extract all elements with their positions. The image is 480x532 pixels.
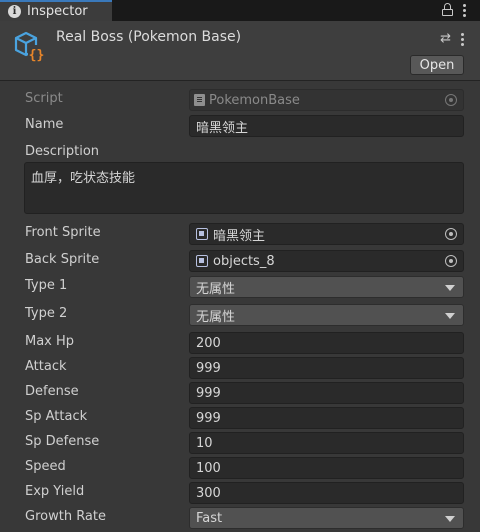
component-header: {} Real Boss (Pokemon Base) ⇄ Open bbox=[0, 21, 480, 81]
component-title: Real Boss (Pokemon Base) bbox=[56, 29, 242, 45]
script-file-icon bbox=[194, 94, 205, 106]
dropdown-arrow-icon bbox=[445, 313, 455, 319]
script-component-icon: {} bbox=[14, 31, 45, 63]
attack-label: Attack bbox=[25, 359, 67, 374]
sp-attack-input[interactable]: 999 bbox=[189, 407, 464, 429]
tab-actions bbox=[442, 3, 466, 17]
object-picker-icon bbox=[445, 94, 457, 106]
defense-label: Defense bbox=[25, 384, 79, 399]
front-sprite-label: Front Sprite bbox=[25, 225, 101, 240]
kebab-menu-icon[interactable] bbox=[463, 3, 466, 17]
field-row-growth-rate: Growth Rate Fast bbox=[0, 506, 480, 530]
type1-value: 无属性 bbox=[196, 281, 236, 297]
name-label: Name bbox=[25, 117, 64, 132]
sprite-icon bbox=[196, 255, 208, 267]
tab-inspector[interactable]: i Inspector bbox=[0, 0, 112, 21]
sp-defense-input[interactable]: 10 bbox=[189, 432, 464, 454]
field-row-max-hp: Max Hp 200 bbox=[0, 331, 480, 355]
description-textarea[interactable]: 血厚，吃状态技能 bbox=[24, 162, 464, 214]
field-row-name: Name 暗黑领主 bbox=[0, 114, 480, 138]
type2-dropdown[interactable]: 无属性 bbox=[189, 304, 464, 326]
script-label: Script bbox=[25, 91, 63, 106]
exp-yield-input[interactable]: 300 bbox=[189, 482, 464, 504]
sp-attack-label: Sp Attack bbox=[25, 409, 88, 424]
tab-bar: i Inspector bbox=[0, 0, 480, 21]
field-row-script: Script PokemonBase bbox=[0, 88, 480, 112]
growth-rate-value: Fast bbox=[196, 510, 223, 526]
growth-rate-dropdown[interactable]: Fast bbox=[189, 507, 464, 529]
growth-rate-label: Growth Rate bbox=[25, 509, 106, 524]
presets-icon[interactable]: ⇄ bbox=[440, 31, 451, 46]
lock-icon[interactable] bbox=[442, 3, 453, 16]
back-sprite-label: Back Sprite bbox=[25, 252, 100, 267]
exp-yield-label: Exp Yield bbox=[25, 484, 85, 499]
field-row-defense: Defense 999 bbox=[0, 381, 480, 405]
field-row-speed: Speed 100 bbox=[0, 456, 480, 480]
field-row-exp-yield: Exp Yield 300 bbox=[0, 481, 480, 505]
svg-text:{}: {} bbox=[29, 48, 45, 63]
type1-dropdown[interactable]: 无属性 bbox=[189, 276, 464, 298]
sprite-icon bbox=[196, 228, 208, 240]
name-input[interactable]: 暗黑领主 bbox=[189, 115, 464, 137]
script-field: PokemonBase bbox=[189, 89, 464, 111]
back-sprite-value: objects_8 bbox=[213, 253, 275, 269]
object-picker-icon[interactable] bbox=[445, 228, 457, 240]
header-actions: ⇄ bbox=[440, 31, 464, 46]
attack-input[interactable]: 999 bbox=[189, 357, 464, 379]
type1-label: Type 1 bbox=[25, 278, 68, 293]
field-row-sp-attack: Sp Attack 999 bbox=[0, 406, 480, 430]
dropdown-arrow-icon bbox=[445, 516, 455, 522]
field-row-back-sprite: Back Sprite objects_8 bbox=[0, 249, 480, 273]
defense-input[interactable]: 999 bbox=[189, 382, 464, 404]
field-row-type2: Type 2 无属性 bbox=[0, 303, 480, 327]
dropdown-arrow-icon bbox=[445, 285, 455, 291]
field-row-front-sprite: Front Sprite 暗黑领主 bbox=[0, 222, 480, 246]
front-sprite-field[interactable]: 暗黑领主 bbox=[189, 223, 464, 245]
tab-label: Inspector bbox=[27, 4, 88, 19]
field-row-attack: Attack 999 bbox=[0, 356, 480, 380]
sp-defense-label: Sp Defense bbox=[25, 434, 100, 449]
max-hp-input[interactable]: 200 bbox=[189, 332, 464, 354]
open-button[interactable]: Open bbox=[410, 55, 464, 75]
type2-label: Type 2 bbox=[25, 306, 68, 321]
speed-label: Speed bbox=[25, 459, 66, 474]
max-hp-label: Max Hp bbox=[25, 334, 75, 349]
speed-input[interactable]: 100 bbox=[189, 457, 464, 479]
back-sprite-field[interactable]: objects_8 bbox=[189, 250, 464, 272]
field-row-sp-defense: Sp Defense 10 bbox=[0, 431, 480, 455]
field-row-type1: Type 1 无属性 bbox=[0, 275, 480, 299]
front-sprite-value: 暗黑领主 bbox=[213, 228, 266, 244]
component-menu-icon[interactable] bbox=[461, 32, 464, 46]
type2-value: 无属性 bbox=[196, 309, 236, 325]
info-icon: i bbox=[8, 5, 21, 18]
description-label: Description bbox=[25, 144, 100, 159]
script-value: PokemonBase bbox=[209, 92, 300, 108]
object-picker-icon[interactable] bbox=[445, 255, 457, 267]
